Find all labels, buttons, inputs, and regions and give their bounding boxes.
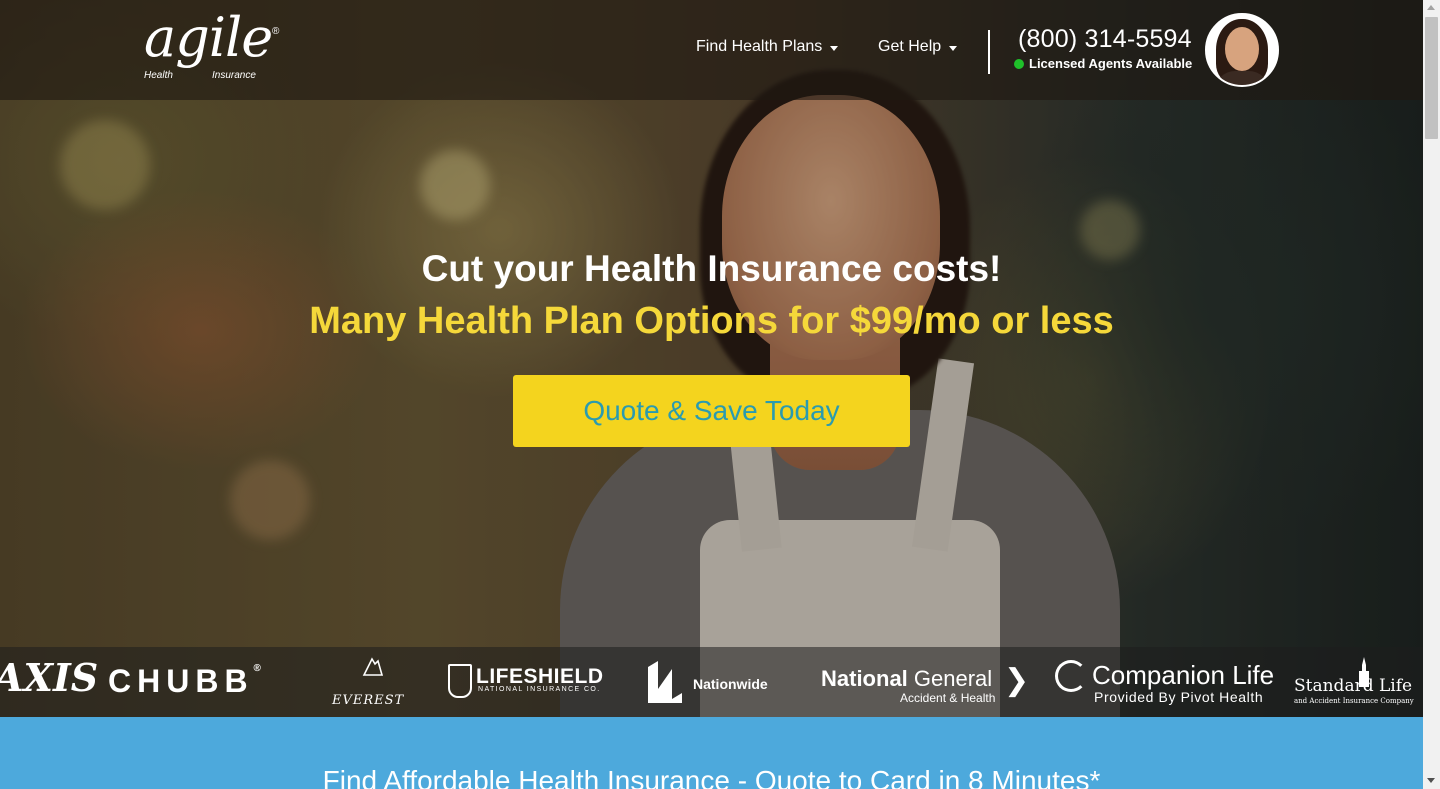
- phone-number-link[interactable]: (800) 314-5594: [1018, 25, 1192, 54]
- nav-find-health-plans[interactable]: Find Health Plans: [696, 38, 839, 56]
- avatar-face: [1225, 27, 1259, 71]
- nav-find-health-plans-label: Find Health Plans: [696, 38, 823, 55]
- carrier-lifeshield-subtitle: NATIONAL INSURANCE CO.: [478, 686, 601, 693]
- lifeshield-shield-icon: [448, 664, 472, 698]
- band-title: Find Affordable Health Insurance - Quote…: [322, 765, 1101, 789]
- carrier-standard-life-subtitle: and Accident Insurance Company: [1294, 697, 1414, 705]
- caret-down-icon: [830, 45, 839, 51]
- carrier-logo-axis: AXIS: [0, 655, 99, 700]
- nav-get-help-label: Get Help: [878, 38, 942, 55]
- scroll-down-arrow-icon[interactable]: [1427, 778, 1435, 783]
- agile-logo[interactable]: agile ® Health Insurance: [144, 6, 294, 87]
- scroll-up-arrow-icon[interactable]: [1427, 5, 1435, 10]
- carrier-logo-standard-life: Standard Life: [1294, 676, 1413, 696]
- hero-section: Cut your Health Insurance costs! Many He…: [0, 0, 1423, 717]
- agents-status-label: Licensed Agents Available: [1029, 56, 1193, 71]
- carrier-ng-subtitle: Accident & Health: [900, 691, 996, 705]
- scrollbar-thumb[interactable]: [1425, 17, 1438, 139]
- nav-get-help[interactable]: Get Help: [878, 38, 958, 56]
- status-dot-icon: [1014, 58, 1024, 69]
- logo-registered-mark: ®: [272, 26, 280, 37]
- everest-mountain-icon: [362, 657, 384, 676]
- carrier-chubb-text: CHUBB: [108, 663, 254, 699]
- logo-wordmark: agile: [144, 6, 273, 69]
- carrier-logo-national-general: National General: [821, 666, 992, 692]
- page: Cut your Health Insurance costs! Many He…: [0, 0, 1423, 789]
- carrier-logo-everest: EVEREST: [332, 693, 405, 708]
- carrier-logos-strip: AXIS CHUBB® EVEREST LIFESHIELD NATIONAL …: [0, 647, 1423, 717]
- page-scrollbar[interactable]: [1423, 0, 1440, 789]
- nationwide-eagle-icon: [648, 661, 682, 703]
- carrier-companion-subtitle: Provided By Pivot Health: [1094, 689, 1264, 705]
- agent-avatar: [1205, 13, 1279, 87]
- companion-life-icon: [1055, 660, 1087, 692]
- carrier-chubb-reg: ®: [253, 663, 261, 674]
- logo-subtext-insurance: Insurance: [212, 70, 256, 81]
- quote-save-button[interactable]: Quote & Save Today: [513, 375, 910, 447]
- site-header: agile ® Health Insurance Find Health Pla…: [0, 0, 1423, 100]
- logo-subtext-health: Health: [144, 70, 173, 81]
- carrier-logo-nationwide: Nationwide: [693, 676, 768, 692]
- hero-overlay: [0, 0, 1423, 717]
- chevron-right-icon: ❯: [1004, 664, 1030, 697]
- hero-subheadline: Many Health Plan Options for $99/mo or l…: [309, 300, 1114, 342]
- carrier-logo-companion-life: Companion Life: [1092, 660, 1275, 690]
- info-band: Find Affordable Health Insurance - Quote…: [0, 717, 1423, 789]
- nav-divider: [988, 30, 990, 74]
- carrier-logo-chubb: CHUBB®: [108, 663, 261, 700]
- agents-status: Licensed Agents Available: [1014, 56, 1192, 71]
- carrier-ng-rest: General: [907, 666, 993, 691]
- caret-down-icon: [949, 45, 958, 51]
- hero-headline: Cut your Health Insurance costs!: [421, 248, 1002, 289]
- carrier-ng-bold: National: [821, 666, 908, 691]
